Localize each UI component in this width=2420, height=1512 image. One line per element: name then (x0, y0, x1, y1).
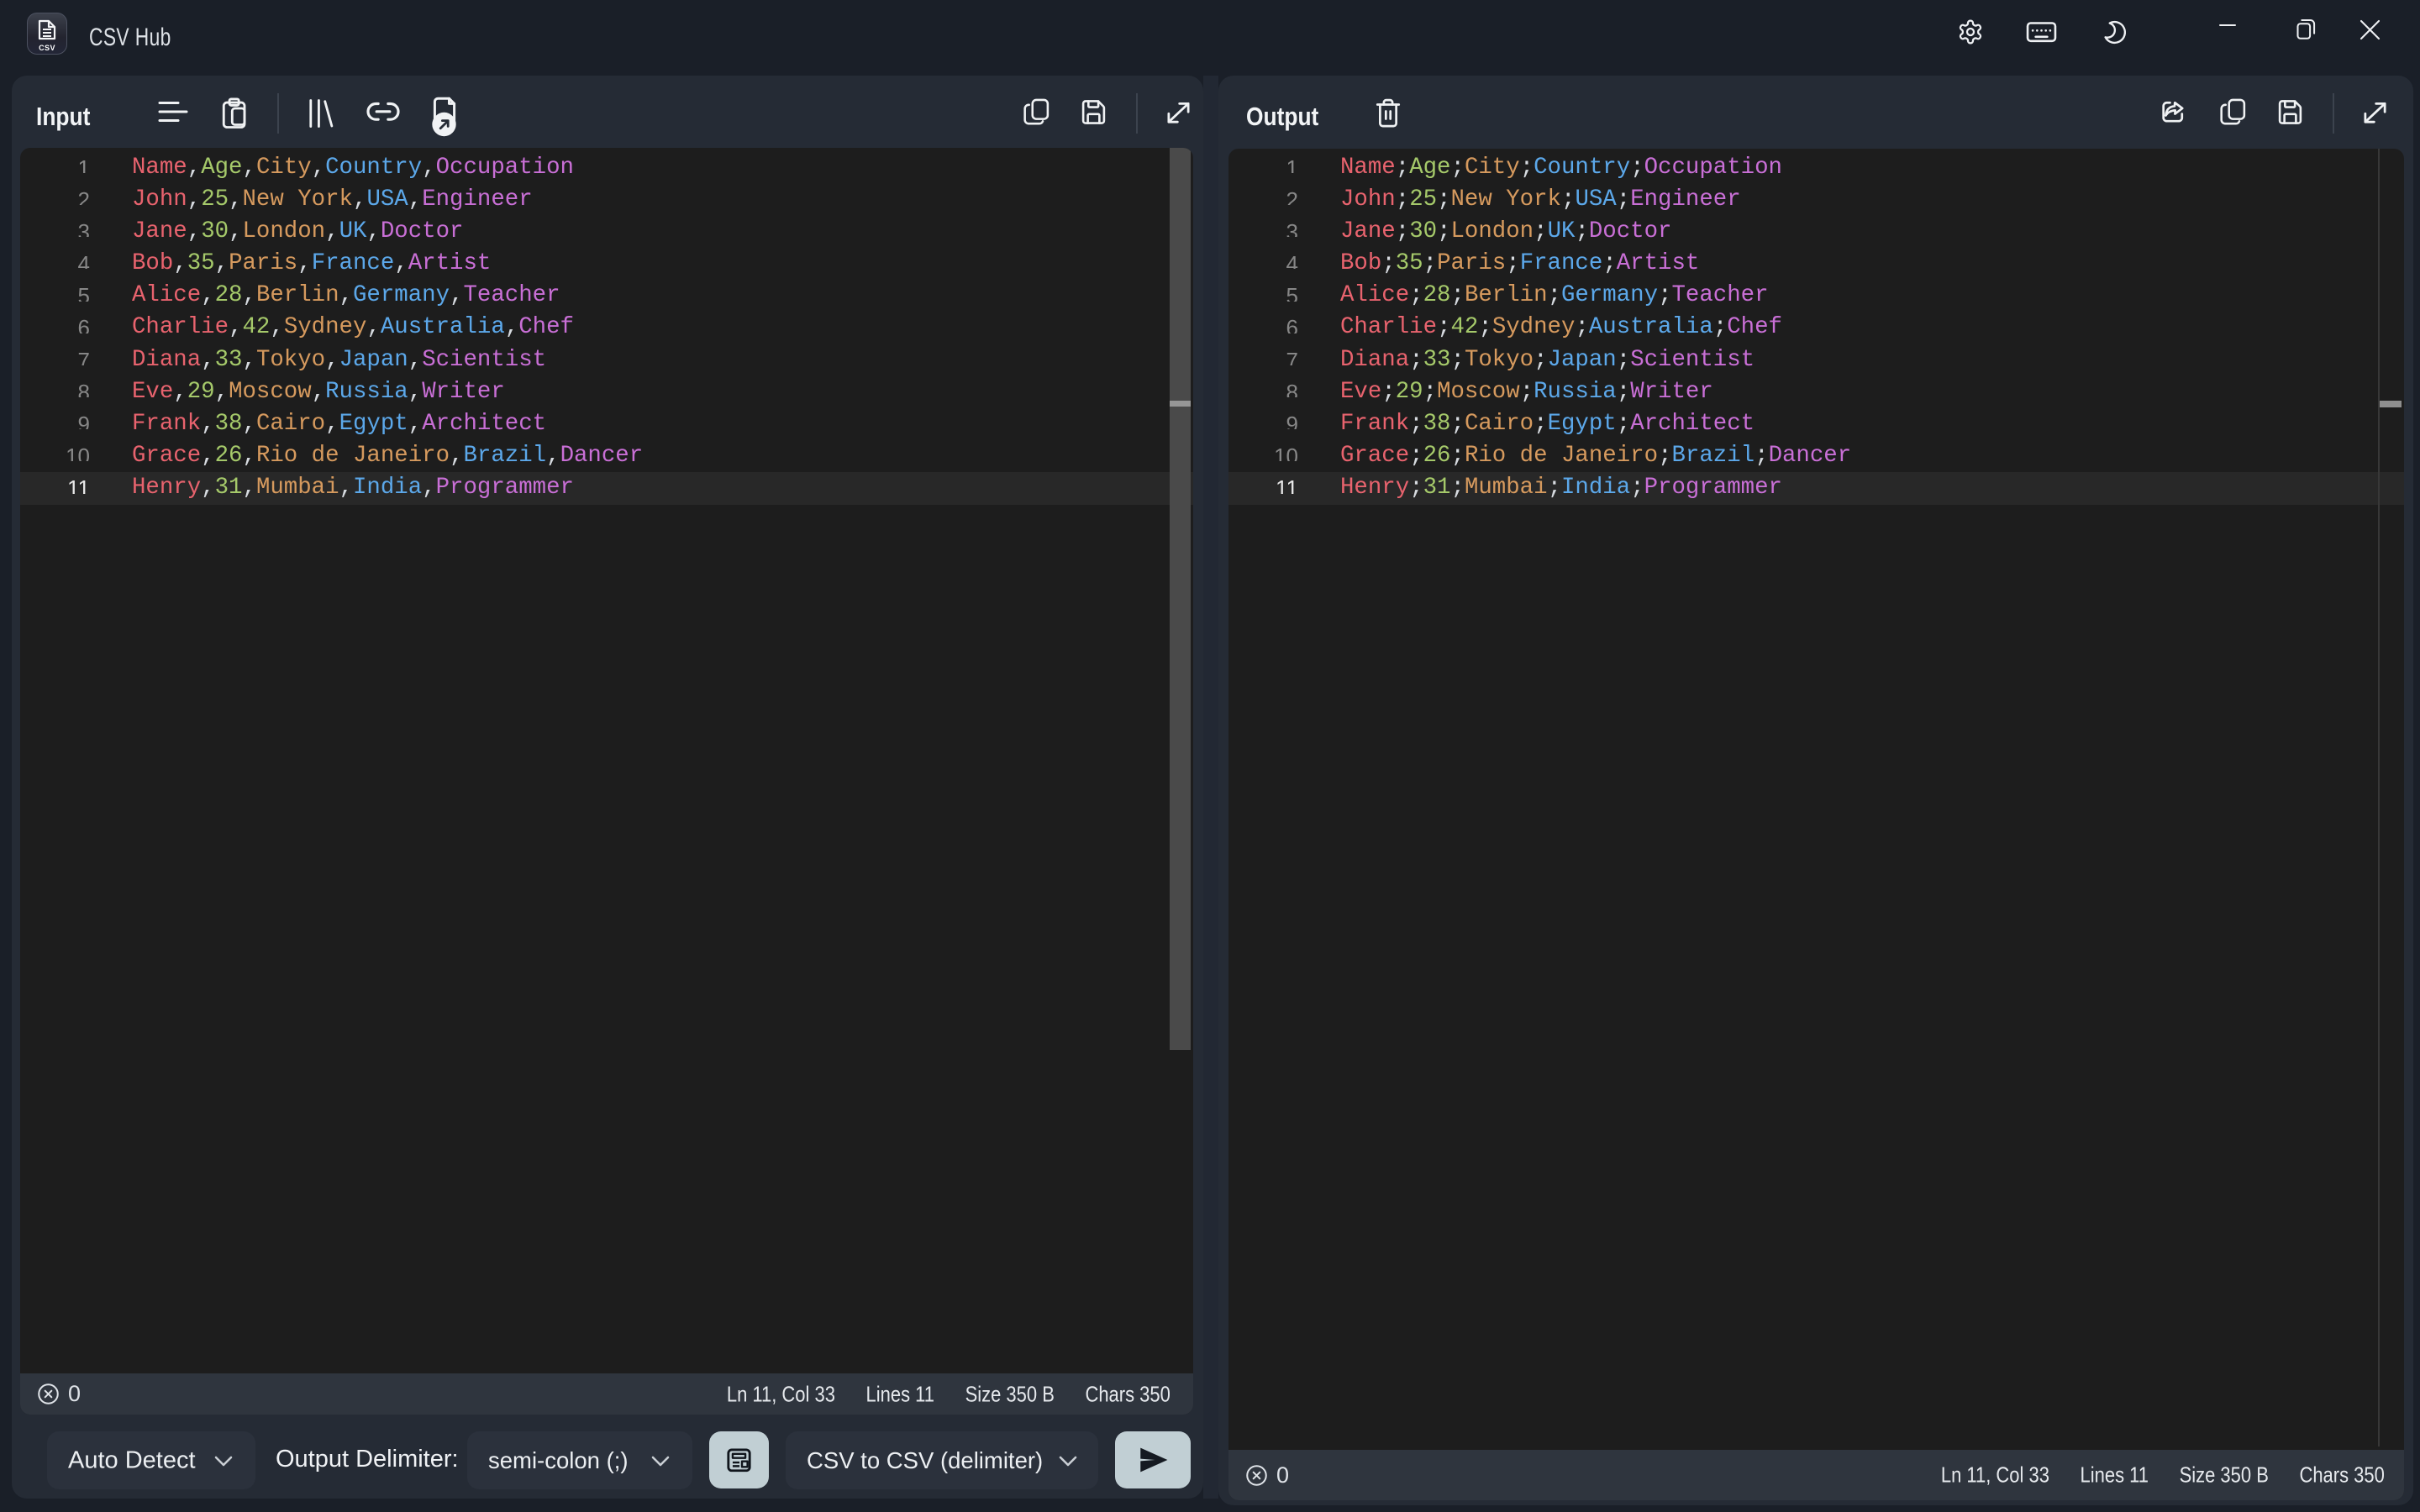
svg-text:CSV: CSV (39, 44, 55, 52)
